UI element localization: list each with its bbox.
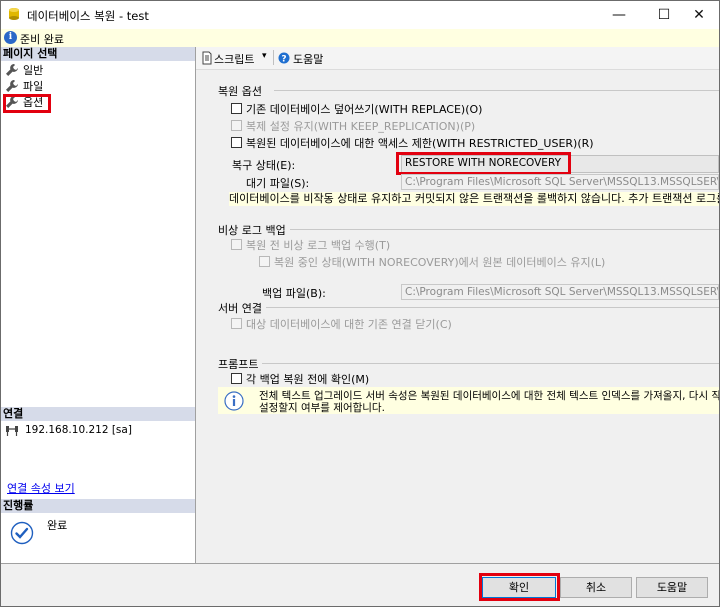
connection-header: 연결 bbox=[1, 407, 195, 421]
connection-properties-link[interactable]: 연결 속성 보기 bbox=[7, 480, 75, 496]
toolbar-divider bbox=[273, 50, 274, 65]
script-dropdown-chevron-icon[interactable]: ▾ bbox=[262, 51, 267, 61]
page-item-general[interactable]: 일반 bbox=[5, 63, 43, 79]
maximize-button[interactable]: ☐ bbox=[644, 1, 684, 29]
script-icon bbox=[202, 51, 212, 65]
fulltext-info-line2: 설정할지 여부를 제어합니다. bbox=[259, 402, 385, 414]
right-pane: 스크립트 ▾ ? 도움말 복원 옵션 기존 데이터베이스 덮어쓰기(WITH R… bbox=[196, 47, 719, 563]
status-text: 준비 완료 bbox=[20, 33, 64, 46]
page-select-header: 페이지 선택 bbox=[1, 47, 195, 61]
minimize-button[interactable]: — bbox=[599, 1, 639, 29]
toolbar: 스크립트 ▾ ? 도움말 bbox=[196, 47, 719, 70]
progress-status: 완료 bbox=[47, 519, 68, 532]
info-circle-icon bbox=[224, 391, 244, 411]
check-circle-icon bbox=[10, 521, 34, 545]
confirm-each-checkbox[interactable] bbox=[231, 373, 242, 384]
options-highlight-box bbox=[3, 94, 51, 113]
restricted-user-label: 복원된 데이터베이스에 대한 액세스 제한(WITH RESTRICTED_US… bbox=[246, 137, 594, 150]
standby-file-path: C:\Program Files\Microsoft SQL Server\MS… bbox=[405, 176, 718, 188]
script-button[interactable]: 스크립트 bbox=[214, 51, 254, 67]
recovery-description-text: 데이터베이스를 비작동 상태로 유지하고 커밋되지 않은 트랜잭션을 롤백하지 … bbox=[229, 192, 719, 205]
standby-file-field[interactable]: C:\Program Files\Microsoft SQL Server\MS… bbox=[401, 174, 719, 190]
tail-log-divider bbox=[290, 229, 719, 230]
window-title: 데이터베이스 복원 - test bbox=[27, 9, 149, 23]
restore-options-header: 복원 옵션 bbox=[218, 85, 262, 98]
backup-file-label: 백업 파일(B): bbox=[262, 287, 326, 300]
close-button[interactable]: ✕ bbox=[679, 1, 719, 29]
standby-file-label: 대기 파일(S): bbox=[246, 177, 310, 190]
overwrite-checkbox[interactable] bbox=[231, 103, 242, 114]
page-item-files[interactable]: 파일 bbox=[5, 79, 43, 95]
page-item-label: 일반 bbox=[23, 64, 44, 77]
close-connections-checkbox[interactable] bbox=[231, 318, 242, 329]
server-connection-header: 서버 연결 bbox=[218, 302, 262, 315]
prompt-header: 프롬프트 bbox=[218, 358, 259, 371]
restore-options-divider bbox=[274, 90, 719, 91]
connection-server: 192.168.10.212 [sa] bbox=[25, 424, 132, 436]
backup-file-field[interactable]: C:\Program Files\Microsoft SQL Server\MS… bbox=[401, 284, 719, 300]
server-connection-divider bbox=[266, 307, 719, 308]
info-icon: i bbox=[4, 31, 17, 44]
tail-log-backup-label: 복원 전 비상 로그 백업 수행(T) bbox=[246, 239, 391, 252]
svg-text:?: ? bbox=[281, 54, 286, 64]
server-connection-icon bbox=[6, 426, 18, 436]
confirm-each-label: 각 백업 복원 전에 확인(M) bbox=[246, 373, 370, 386]
left-pane: 페이지 선택 일반 파일 옵션 연결 192.168.10.212 [sa] 연… bbox=[1, 47, 196, 563]
database-app-icon bbox=[9, 8, 19, 20]
ok-highlight-box bbox=[479, 573, 560, 601]
page-item-label: 파일 bbox=[23, 80, 44, 93]
recovery-description: 데이터베이스를 비작동 상태로 유지하고 커밋되지 않은 트랜잭션을 롤백하지 … bbox=[229, 192, 719, 206]
progress-header: 진행률 bbox=[1, 499, 195, 513]
tail-log-backup-checkbox[interactable] bbox=[231, 239, 242, 250]
leave-norecovery-label: 복원 중인 상태(WITH NORECOVERY)에서 원본 데이터베이스 유지… bbox=[274, 256, 606, 269]
cancel-button[interactable]: 취소 bbox=[560, 577, 632, 598]
leave-norecovery-checkbox[interactable] bbox=[259, 256, 270, 267]
wrench-icon bbox=[6, 80, 18, 92]
keep-replication-label: 복제 설정 유지(WITH KEEP_REPLICATION)(P) bbox=[246, 120, 476, 133]
overwrite-label: 기존 데이터베이스 덮어쓰기(WITH REPLACE)(O) bbox=[246, 103, 483, 116]
restore-database-dialog: 데이터베이스 복원 - test — ☐ ✕ i 준비 완료 페이지 선택 일반… bbox=[0, 0, 720, 607]
backup-file-path: C:\Program Files\Microsoft SQL Server\MS… bbox=[405, 286, 718, 298]
restricted-user-checkbox[interactable] bbox=[231, 137, 242, 148]
help-button[interactable]: 도움말 bbox=[636, 577, 708, 598]
wrench-icon bbox=[6, 64, 18, 76]
status-strip: i 준비 완료 bbox=[1, 29, 719, 48]
recovery-state-highlight-box bbox=[396, 152, 571, 175]
fulltext-info-panel: 전체 텍스트 업그레이드 서버 속성은 복원된 데이터베이스에 대한 전체 텍스… bbox=[218, 387, 719, 414]
dialog-footer: 확인 취소 도움말 bbox=[1, 563, 719, 606]
help-icon: ? bbox=[278, 52, 290, 64]
prompt-divider bbox=[262, 363, 719, 364]
keep-replication-checkbox[interactable] bbox=[231, 120, 242, 131]
close-connections-label: 대상 데이터베이스에 대한 기존 연결 닫기(C) bbox=[246, 318, 452, 331]
help-toolbar-button[interactable]: 도움말 bbox=[293, 51, 323, 67]
tail-log-header: 비상 로그 백업 bbox=[218, 224, 286, 237]
title-bar: 데이터베이스 복원 - test — ☐ ✕ bbox=[1, 1, 719, 29]
recovery-state-label: 복구 상태(E): bbox=[232, 159, 296, 172]
